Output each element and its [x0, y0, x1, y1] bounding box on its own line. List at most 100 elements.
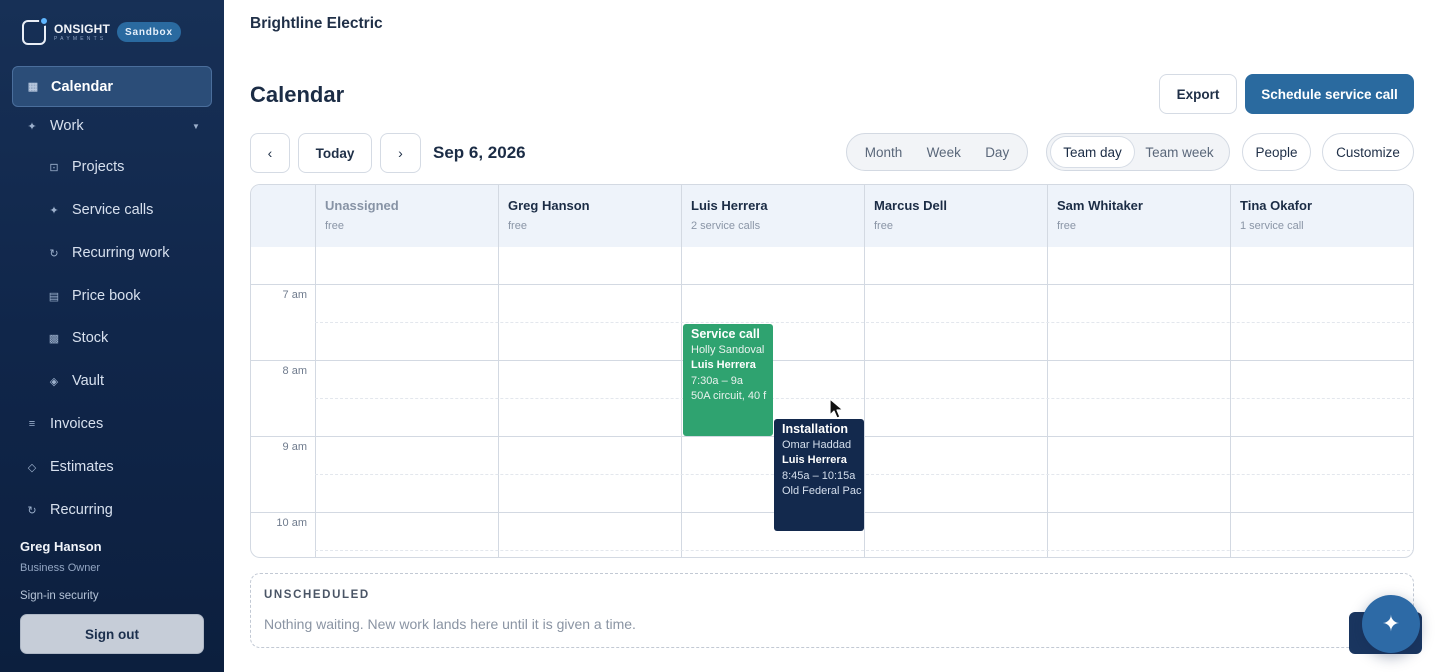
sidebar-item-label: Calendar — [51, 78, 114, 95]
sidebar-item-label: Service calls — [72, 202, 154, 218]
app-root: ONSIGHT PAYMENTS Sandbox ▦ Calendar ✦ Wo… — [0, 0, 1440, 672]
current-date: Sep 6, 2026 — [433, 143, 526, 162]
sidebar-item-price-book[interactable]: ▤ Price book — [47, 286, 141, 306]
column-header-greg-hanson[interactable]: Greg Hanson — [508, 198, 590, 213]
column-divider — [1230, 185, 1231, 557]
sparkle-icon: ✦ — [1381, 611, 1401, 636]
brand-name: ONSIGHT — [54, 21, 111, 36]
sidebar-item-label: Recurring — [50, 502, 113, 518]
user-role: Business Owner — [20, 562, 101, 574]
event-tech: Luis Herrera — [691, 359, 756, 371]
half-hour-line — [315, 474, 1413, 475]
hour-line — [251, 284, 1413, 285]
sandbox-badge: Sandbox — [117, 22, 181, 42]
view-team-day[interactable]: Team day — [1051, 137, 1135, 167]
diamond-outline-icon: ◇ — [27, 461, 37, 474]
team-view-switcher: Team day Team week — [1046, 133, 1230, 171]
event-time: 8:45a – 10:15a — [782, 469, 856, 482]
column-header-luis-herrera[interactable]: Luis Herrera — [691, 198, 768, 213]
customize-button[interactable]: Customize — [1322, 133, 1414, 171]
sidebar-item-label: Invoices — [50, 416, 104, 432]
column-header-marcus-dell[interactable]: Marcus Dell — [874, 198, 947, 213]
view-day[interactable]: Day — [971, 137, 1023, 167]
grid-header — [251, 185, 1413, 247]
column-status: free — [874, 220, 893, 232]
event-installation[interactable]: Installation Omar Haddad Luis Herrera 8:… — [774, 419, 864, 531]
mouse-cursor-icon — [829, 398, 844, 419]
time-label: 9 am — [282, 441, 307, 453]
list-icon: ≡ — [28, 418, 36, 430]
unscheduled-title: UNSCHEDULED — [264, 589, 370, 601]
company-name: Brightline Electric — [250, 15, 383, 32]
view-switcher: Month Week Day — [846, 133, 1028, 171]
sidebar-item-work[interactable]: ✦ Work — [25, 116, 84, 136]
folder-icon: ⊡ — [49, 161, 59, 174]
sidebar-item-invoices[interactable]: ≡ Invoices — [25, 414, 103, 434]
signin-security-link[interactable]: Sign-in security — [20, 590, 99, 602]
assistant-button[interactable]: ✦ — [1362, 595, 1420, 653]
time-label: 8 am — [282, 365, 307, 377]
team-calendar-grid: Unassigned free Greg Hanson free Luis He… — [250, 184, 1414, 558]
half-hour-line — [315, 322, 1413, 323]
column-status: 2 service calls — [691, 220, 761, 232]
time-label: 7 am — [282, 289, 307, 301]
column-divider — [498, 185, 499, 557]
book-icon: ▤ — [48, 290, 60, 303]
view-team-week[interactable]: Team week — [1134, 137, 1225, 167]
sidebar-item-label: Estimates — [50, 459, 114, 475]
event-customer: Holly Sandoval — [691, 343, 765, 356]
sidebar-item-projects[interactable]: ⊡ Projects — [47, 157, 124, 177]
column-divider — [864, 185, 865, 557]
refresh-icon: ↻ — [27, 504, 37, 517]
brand-logo[interactable]: ONSIGHT PAYMENTS — [22, 15, 111, 46]
time-label: 10 am — [276, 517, 307, 529]
chevron-down-icon[interactable]: ▼ — [192, 122, 200, 131]
view-week[interactable]: Week — [916, 137, 971, 167]
sparkle-icon: ✦ — [49, 204, 59, 217]
hour-line — [251, 360, 1413, 361]
event-tech: Luis Herrera — [782, 454, 847, 466]
event-time: 7:30a – 9a — [691, 374, 743, 387]
sidebar-item-calendar[interactable]: ▦ Calendar — [12, 66, 212, 107]
today-button[interactable]: Today — [298, 133, 372, 173]
next-day-button[interactable]: › — [380, 133, 421, 173]
export-button[interactable]: Export — [1159, 74, 1237, 114]
sidebar-item-estimates[interactable]: ◇ Estimates — [25, 457, 114, 477]
sidebar-item-label: Vault — [72, 373, 104, 389]
sidebar-item-stock[interactable]: ▩ Stock — [47, 328, 108, 348]
event-title: Installation — [782, 422, 848, 436]
event-title: Service call — [691, 327, 760, 341]
unscheduled-empty-text: Nothing waiting. New work lands here unt… — [264, 616, 636, 632]
sign-out-button[interactable]: Sign out — [20, 614, 204, 654]
event-service-call[interactable]: Service call Holly Sandoval Luis Herrera… — [683, 324, 773, 436]
sidebar-item-recurring[interactable]: ↻ Recurring — [25, 500, 113, 520]
column-status: free — [508, 220, 527, 232]
logo-icon — [22, 15, 49, 45]
event-note: 50A circuit, 40 f — [691, 390, 767, 402]
sidebar-item-service-calls[interactable]: ✦ Service calls — [47, 200, 153, 220]
event-customer: Omar Haddad — [782, 438, 852, 451]
column-status: free — [1057, 220, 1076, 232]
sidebar-item-recurring-work[interactable]: ↻ Recurring work — [47, 243, 169, 263]
sidebar-item-vault[interactable]: ◈ Vault — [47, 371, 104, 391]
calendar-icon: ▦ — [27, 81, 39, 93]
column-divider — [315, 185, 316, 557]
column-header-unassigned[interactable]: Unassigned — [325, 198, 399, 213]
prev-day-button[interactable]: ‹ — [250, 133, 290, 173]
people-button[interactable]: People — [1242, 133, 1311, 171]
schedule-service-call-button[interactable]: Schedule service call — [1245, 74, 1414, 114]
column-status: free — [325, 220, 344, 232]
refresh-icon: ↻ — [49, 247, 59, 260]
column-header-tina-okafor[interactable]: Tina Okafor — [1240, 198, 1312, 213]
view-month[interactable]: Month — [851, 137, 916, 167]
box-icon: ▩ — [48, 332, 60, 345]
page-title: Calendar — [250, 82, 345, 107]
brand-sub: PAYMENTS — [54, 35, 107, 42]
column-divider — [1047, 185, 1048, 557]
sidebar-item-label: Projects — [72, 159, 125, 175]
sidebar-item-label: Work — [50, 118, 84, 134]
column-header-sam-whitaker[interactable]: Sam Whitaker — [1057, 198, 1143, 213]
sidebar-item-label: Price book — [72, 288, 141, 304]
sparkle-icon: ✦ — [27, 120, 37, 133]
unscheduled-dropzone[interactable]: UNSCHEDULED Nothing waiting. New work la… — [250, 573, 1414, 648]
